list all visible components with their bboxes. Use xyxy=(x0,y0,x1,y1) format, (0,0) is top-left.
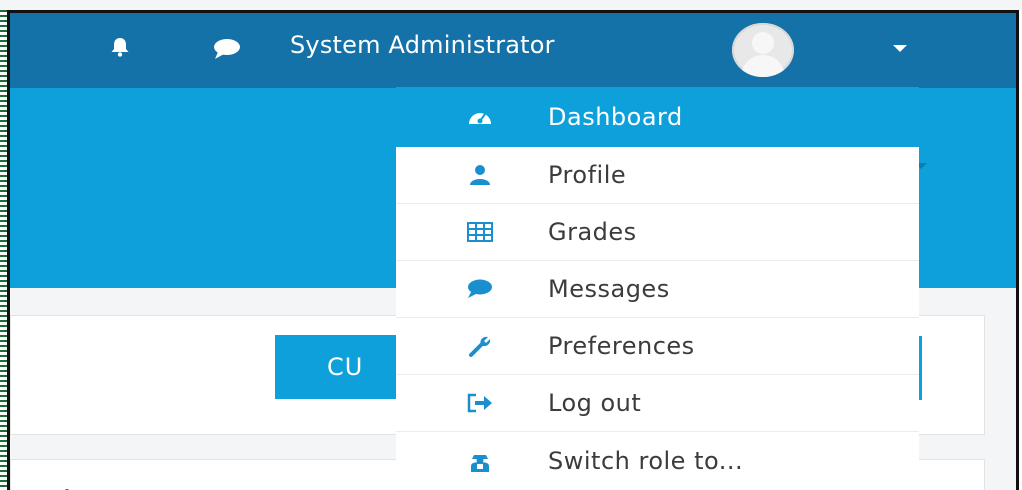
user-secret-icon xyxy=(466,449,494,473)
menu-item-messages[interactable]: Messages xyxy=(396,261,919,318)
menu-item-label: Preferences xyxy=(548,332,695,360)
user-name[interactable]: System Administrator xyxy=(290,31,555,59)
user-icon xyxy=(466,163,494,187)
chat-icon xyxy=(466,277,494,301)
menu-item-label: Profile xyxy=(548,161,627,189)
menu-item-switch-role[interactable]: Switch role to... xyxy=(396,432,919,489)
menu-item-label: Switch role to... xyxy=(548,446,744,475)
menu-item-profile[interactable]: Profile xyxy=(396,147,919,204)
menu-item-logout[interactable]: Log out xyxy=(396,375,919,432)
decorative-left-border xyxy=(0,10,7,490)
red-marker xyxy=(60,483,72,490)
wrench-icon xyxy=(466,334,494,358)
menu-item-label: Messages xyxy=(548,275,670,303)
menu-item-grades[interactable]: Grades xyxy=(396,204,919,261)
chat-icon[interactable] xyxy=(212,37,242,61)
screenshot-frame: System Administrator CU Dashboard Profil… xyxy=(7,10,1019,490)
menu-item-label: Grades xyxy=(548,218,637,246)
dashboard-icon xyxy=(466,105,494,129)
menu-item-label: Dashboard xyxy=(548,103,683,131)
user-menu-dropdown: Dashboard Profile Grades Messages Prefer xyxy=(396,87,919,490)
menu-item-preferences[interactable]: Preferences xyxy=(396,318,919,375)
menu-item-dashboard[interactable]: Dashboard xyxy=(396,87,919,147)
table-icon xyxy=(466,220,494,244)
avatar[interactable] xyxy=(732,23,794,77)
sign-out-icon xyxy=(466,391,494,415)
caret-down-icon[interactable] xyxy=(893,45,907,52)
top-navbar: System Administrator xyxy=(10,13,1016,88)
screenshot-top-margin xyxy=(0,0,1022,10)
bell-icon[interactable] xyxy=(108,35,132,59)
menu-item-label: Log out xyxy=(548,389,642,417)
